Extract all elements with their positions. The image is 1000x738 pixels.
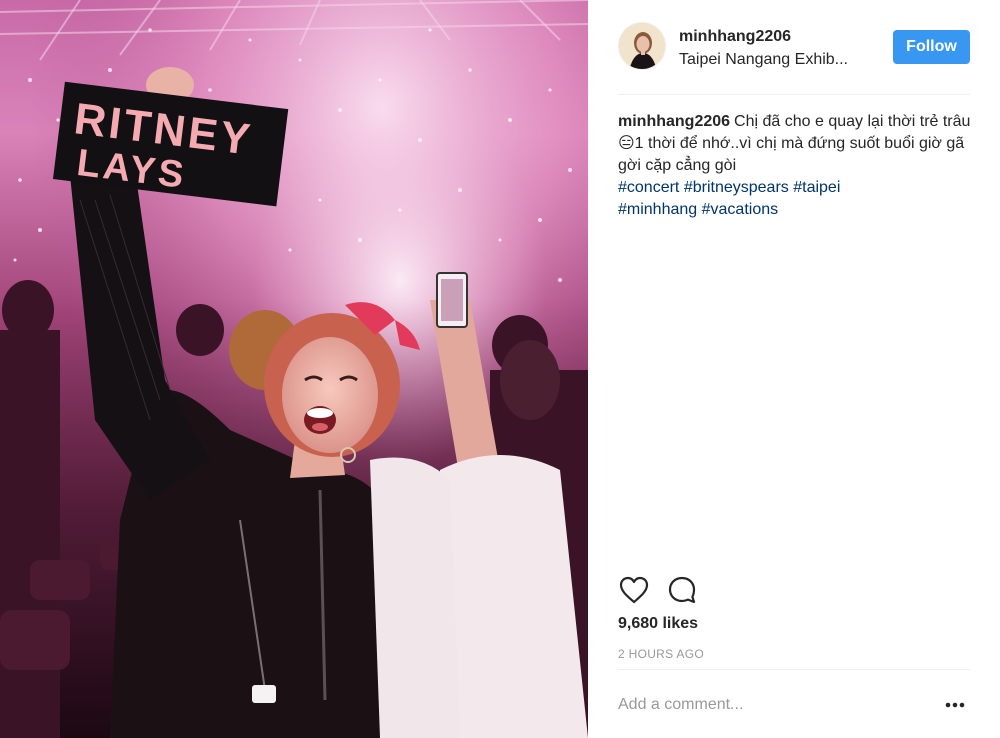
post-location[interactable]: Taipei Nangang Exhib...: [679, 51, 879, 69]
more-options-button[interactable]: [940, 690, 970, 720]
hashtag-taipei[interactable]: #taipei: [793, 179, 840, 196]
post-timestamp: 2 HOURS AGO: [618, 647, 704, 661]
avatar-image: [619, 23, 665, 69]
post-caption: minhhang2206 Chị đã cho e quay lại thời t…: [618, 111, 972, 221]
post-actions: [618, 574, 970, 606]
comment-bubble-icon: [668, 576, 696, 604]
post-photo[interactable]: RITNEY LAYS: [0, 0, 588, 738]
concert-photo-illustration: RITNEY LAYS: [0, 0, 588, 738]
hashtag-concert[interactable]: #concert: [618, 179, 679, 196]
avatar[interactable]: [618, 22, 666, 70]
heart-icon: [619, 576, 649, 604]
hashtag-britneyspears[interactable]: #britneyspears: [684, 179, 789, 196]
comment-input[interactable]: [618, 688, 918, 722]
more-options-icon: [945, 702, 965, 708]
hashtag-vacations[interactable]: #vacations: [702, 201, 779, 218]
header-divider: [618, 94, 970, 95]
caption-username[interactable]: minhhang2206: [618, 113, 730, 130]
post-details-panel: minhhang2206 Taipei Nangang Exhib... Fol…: [588, 0, 1000, 738]
post-header: minhhang2206 Taipei Nangang Exhib... Fol…: [618, 22, 970, 74]
post-username[interactable]: minhhang2206: [679, 28, 791, 46]
hashtag-minhhang[interactable]: #minhhang: [618, 201, 697, 218]
comment-divider: [618, 669, 970, 670]
comment-button[interactable]: [666, 574, 698, 606]
likes-count[interactable]: 9,680 likes: [618, 615, 698, 633]
like-button[interactable]: [618, 574, 650, 606]
follow-button[interactable]: Follow: [893, 30, 970, 64]
